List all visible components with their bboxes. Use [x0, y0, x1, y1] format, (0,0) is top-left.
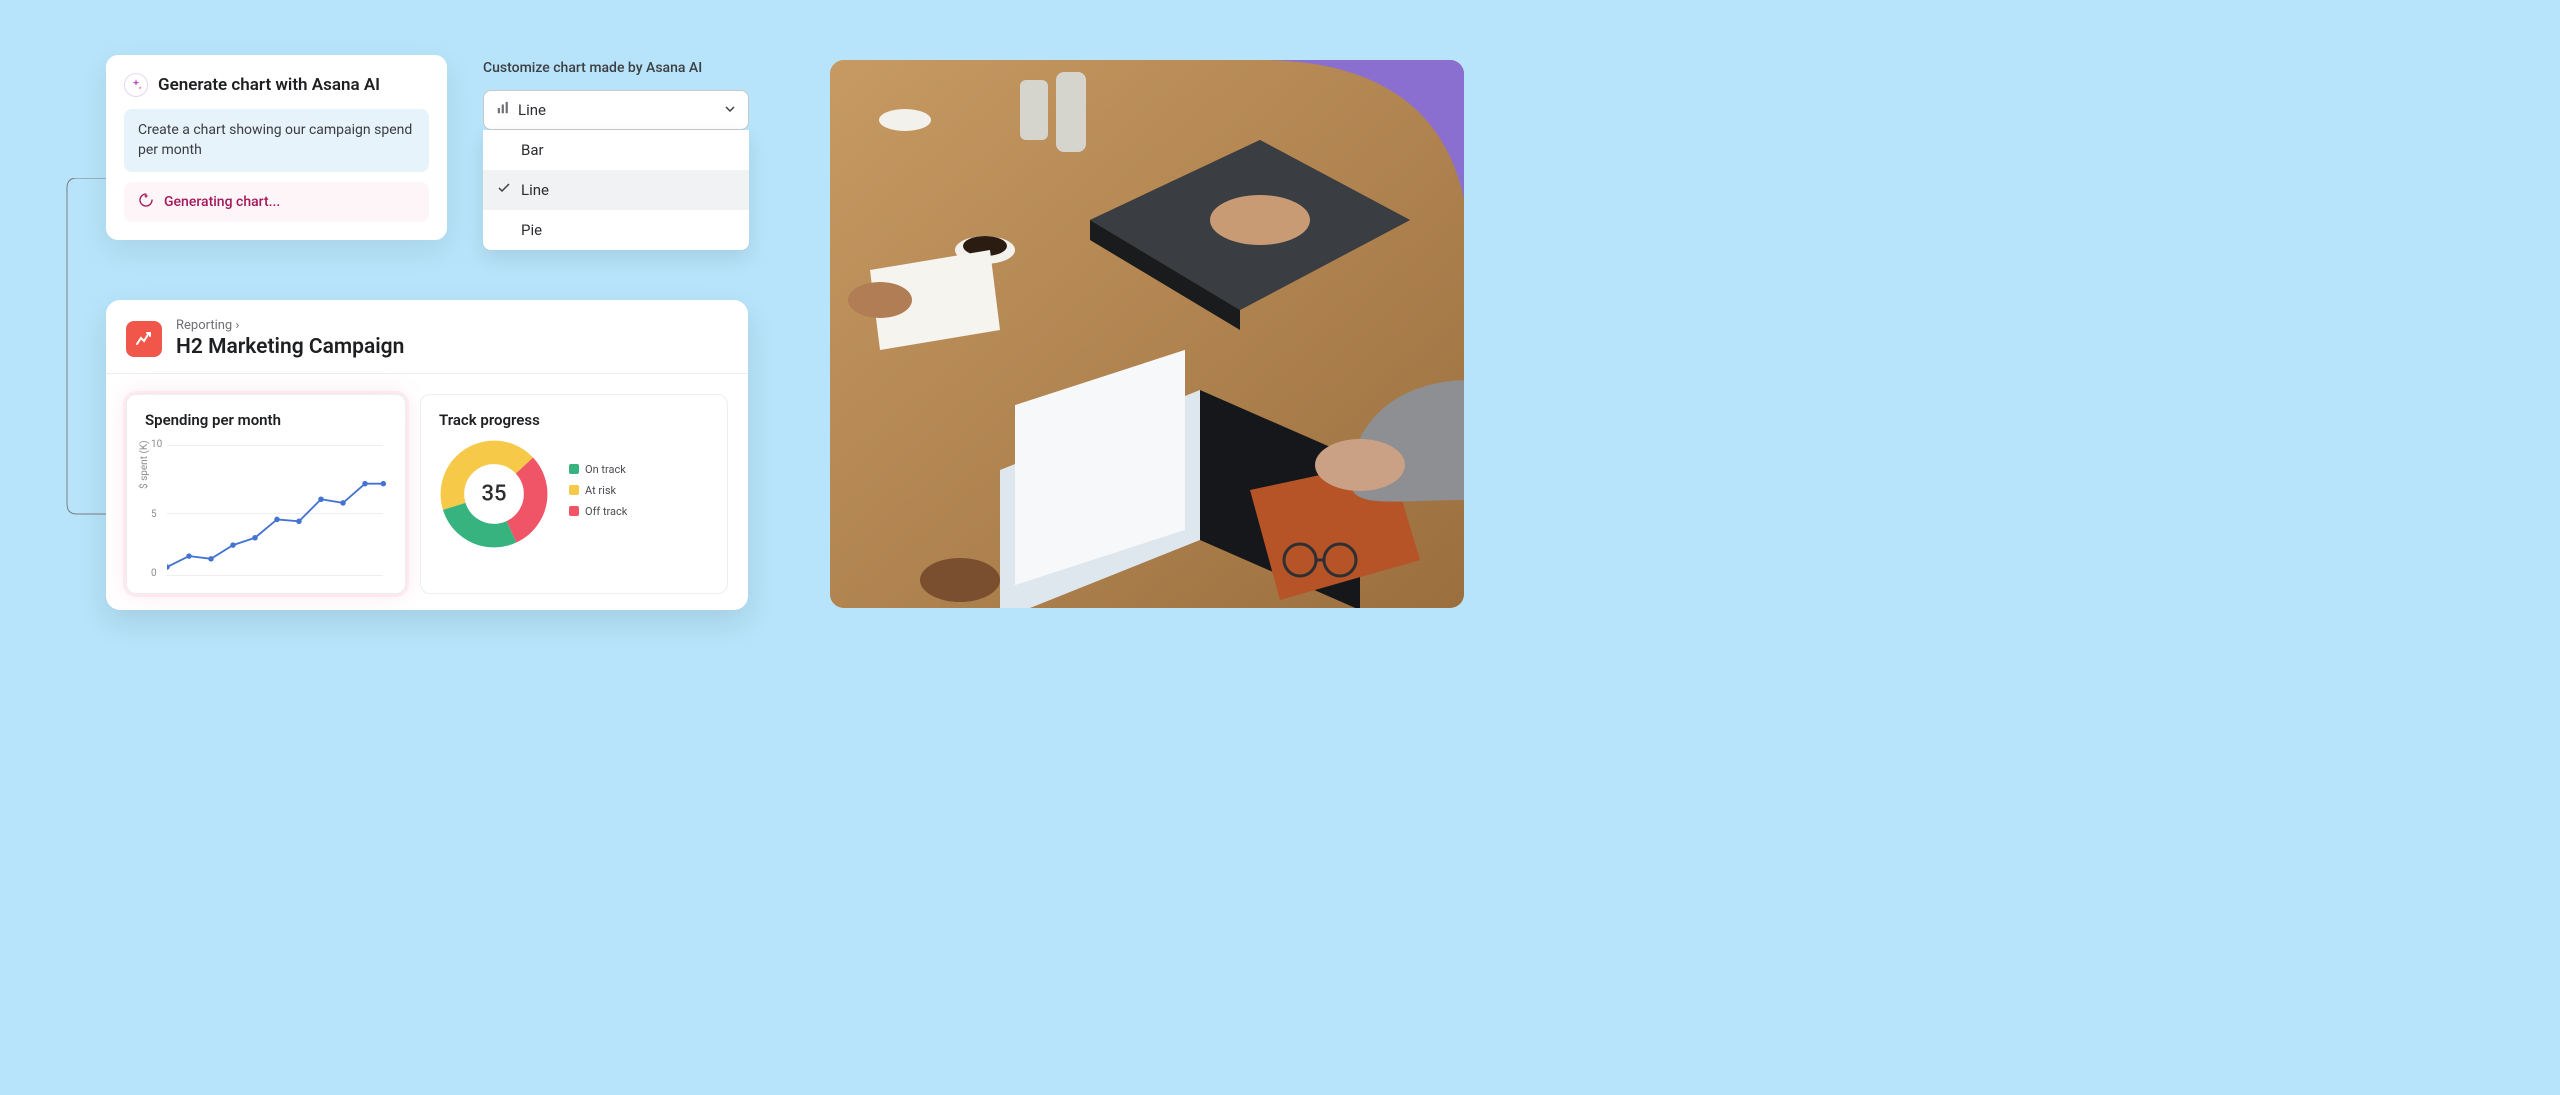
chart-type-option-bar[interactable]: Bar [483, 130, 749, 170]
spending-title: Spending per month [145, 411, 387, 429]
progress-legend: On track At risk Off track [569, 463, 627, 526]
ai-status-row: Generating chart... [124, 182, 429, 222]
ytick: 10 [151, 439, 162, 450]
ai-card-title: Generate chart with Asana AI [158, 75, 380, 95]
check-icon [497, 181, 511, 199]
reporting-icon [126, 321, 162, 357]
dashboard-card: Reporting › H2 Marketing Campaign Spendi… [106, 300, 748, 610]
legend-item: On track [569, 463, 627, 476]
dashboard-title: H2 Marketing Campaign [176, 335, 404, 359]
sparkle-icon [124, 73, 148, 97]
ytick: 5 [151, 509, 157, 520]
spending-line-chart: $ spent (K) 10 5 0 [145, 439, 387, 579]
ytick: 0 [151, 568, 157, 579]
legend-swatch [569, 506, 579, 516]
ai-prompt-input[interactable]: Create a chart showing our campaign spen… [124, 109, 429, 172]
ai-generate-card: Generate chart with Asana AI Create a ch… [106, 55, 447, 240]
breadcrumb[interactable]: Reporting › [176, 318, 404, 333]
chart-type-select[interactable]: Line [483, 90, 749, 130]
ai-status-text: Generating chart... [164, 194, 280, 210]
chart-type-option-line[interactable]: Line [483, 170, 749, 210]
progress-total: 35 [481, 482, 506, 507]
progress-donut-chart: 35 [439, 439, 549, 549]
chevron-down-icon [724, 101, 736, 119]
chart-type-option-pie[interactable]: Pie [483, 210, 749, 250]
meeting-photo [830, 60, 1464, 608]
spending-widget[interactable]: Spending per month $ spent (K) 10 5 0 [126, 394, 406, 594]
legend-swatch [569, 485, 579, 495]
customize-label: Customize chart made by Asana AI [483, 60, 749, 76]
bar-chart-icon [496, 101, 510, 119]
progress-widget[interactable]: Track progress 35 On track [420, 394, 728, 594]
customize-chart-panel: Customize chart made by Asana AI Line Ba… [483, 60, 749, 250]
sparkle-loading-icon [138, 192, 154, 212]
progress-title: Track progress [439, 411, 709, 429]
chart-type-selected: Line [518, 101, 546, 119]
legend-item: At risk [569, 484, 627, 497]
spending-ylabel: $ spent (K) [139, 440, 150, 489]
legend-swatch [569, 464, 579, 474]
legend-item: Off track [569, 505, 627, 518]
chart-type-options: Bar Line Pie [483, 130, 749, 250]
